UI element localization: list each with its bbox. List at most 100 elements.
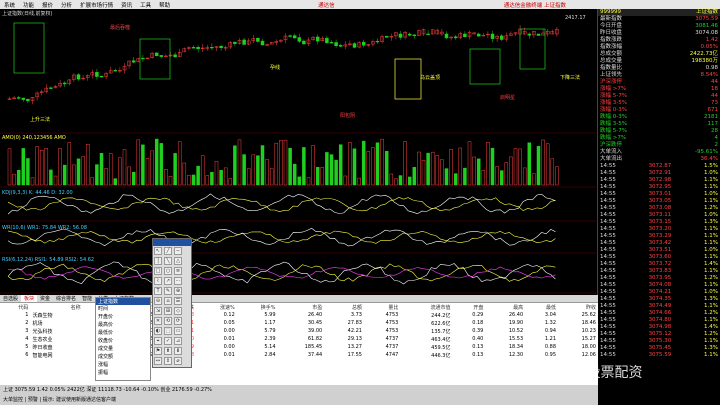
tick-list[interactable]: 14:55 3072.87 1.5% 14:55 3072.91 1.0% 14:55 307… [598, 163, 720, 359]
tick-row[interactable]: 14:55 3073.11 1.0% [598, 212, 720, 219]
tick-row[interactable]: 14:55 3073.15 1.3% [598, 219, 720, 226]
draw-tool-button[interactable]: ⋯ [174, 277, 182, 285]
grid-tab[interactable]: 自选股 [0, 295, 21, 302]
draw-tool-button[interactable]: ⬇ [174, 347, 182, 355]
tick-row[interactable]: 14:55 3072.87 1.5% [598, 163, 720, 170]
draw-tool-button[interactable]: ✕ [154, 317, 162, 325]
tick-row[interactable]: 14:55 3073.29 1.1% [598, 233, 720, 240]
grid-tab[interactable]: 综合排名 [53, 295, 79, 302]
draw-tool-button[interactable]: ⌇ [154, 277, 162, 285]
tick-row[interactable]: 14:55 3073.51 1.0% [598, 247, 720, 254]
draw-tool-button[interactable]: ◇ [174, 307, 182, 315]
grid-header[interactable]: 总额 [324, 303, 364, 311]
tick-row[interactable]: 14:55 3074.80 1.1% [598, 317, 720, 324]
draw-tool-button[interactable]: ⊿ [174, 337, 182, 345]
draw-tool-button[interactable]: ⊞ [164, 307, 172, 315]
tick-row[interactable]: 14:55 3074.21 1.0% [598, 289, 720, 296]
draw-tool-button[interactable]: ⚑ [154, 347, 162, 355]
draw-tool-button[interactable]: ⇲ [154, 307, 162, 315]
grid-header[interactable]: 流通市值 [400, 303, 452, 311]
draw-tool-button[interactable]: □ [154, 267, 162, 275]
menu-help[interactable]: 帮助 [155, 1, 174, 9]
grid-header[interactable]: 名称 [30, 303, 82, 311]
tick-row[interactable]: 14:55 3075.45 1.3% [598, 345, 720, 352]
menu-ext-market[interactable]: 扩展市场行情 [76, 1, 117, 9]
draw-tool-button[interactable]: ⊕ [174, 287, 182, 295]
draw-tool-button[interactable]: ⌂ [164, 297, 172, 305]
draw-tool-button[interactable]: ⬚ [164, 327, 172, 335]
draw-tool-button[interactable]: △ [174, 257, 182, 265]
tick-row[interactable]: 14:55 3073.95 1.2% [598, 275, 720, 282]
draw-tool-button[interactable]: ⟳ [174, 317, 182, 325]
grid-header[interactable]: 最高 [485, 303, 525, 311]
tick-row[interactable]: 14:55 3074.98 1.4% [598, 324, 720, 331]
grid-header[interactable]: 最低 [525, 303, 558, 311]
tick-row[interactable]: 14:55 3073.60 1.1% [598, 254, 720, 261]
grid-tab[interactable]: 板块 [21, 295, 38, 302]
draw-tool-button[interactable]: ⇕ [164, 357, 172, 365]
draw-tool-button[interactable]: ⊖ [154, 297, 162, 305]
draw-tool-button[interactable]: ↔ [154, 357, 162, 365]
draw-tool-button[interactable]: ╱ [164, 247, 172, 255]
tick-row[interactable]: 14:55 3073.42 1.1% [598, 240, 720, 247]
draw-tool-button[interactable]: ⟲ [164, 317, 172, 325]
tick-row[interactable]: 14:55 3073.20 1.1% [598, 226, 720, 233]
grid-header[interactable]: 开盘 [453, 303, 486, 311]
tick-row[interactable]: 14:55 3073.01 1.0% [598, 191, 720, 198]
tick-row[interactable]: 14:55 3074.08 1.1% [598, 282, 720, 289]
drawing-toolbar[interactable]: ↖ ╱ ─ │ ╲ △ □ ○ ≡ ⌇ ↗ ⋯ T ✎ ⊕ ⊖ ⌂ ☰ ⇲ ⊞ ◇ ✕ ⟲ ⟳ ◐ ⬚ ▭ ⌖ ✓ ⊿ ⚑ ⬆ ⬇ ↔ ⇕ ⌀ [152, 238, 192, 368]
grid-header[interactable]: 换手% [237, 303, 278, 311]
menu-analysis[interactable]: 分析 [57, 1, 76, 9]
draw-tool-button[interactable]: ≡ [174, 267, 182, 275]
table-row[interactable]: 4生态农业1.3115.470.200.012.3961.8229.134737… [0, 335, 598, 343]
tick-row[interactable]: 14:55 3073.08 1.2% [598, 205, 720, 212]
tick-row[interactable]: 14:55 3074.49 1.1% [598, 303, 720, 310]
tick-row[interactable]: 14:55 3073.83 1.1% [598, 268, 720, 275]
table-row[interactable]: 5昨日收盘1.6418.280.290.005.14185.4513.27473… [0, 343, 598, 351]
grid-header[interactable]: 量比 [364, 303, 400, 311]
draw-tool-button[interactable]: ◐ [154, 327, 162, 335]
tick-row[interactable]: 14:55 3074.66 1.2% [598, 310, 720, 317]
tick-row[interactable]: 14:55 3073.72 1.4% [598, 261, 720, 268]
grid-tab[interactable]: 资金 [37, 295, 53, 302]
draw-tool-button[interactable]: ↗ [164, 277, 172, 285]
draw-tool-button[interactable]: ↖ [154, 247, 162, 255]
kline-chart-area[interactable]: 上证指数(日线,前复权) 上升三法 最后吞噬 孕线 阳包阴 乌云盖顶 启明星 下降三法 AM… [0, 9, 598, 295]
table-row[interactable]: 2机场2.2418.870.410.051.1730.4527.83475362… [0, 319, 598, 327]
menu-news[interactable]: 资讯 [117, 1, 136, 9]
tick-row[interactable]: 14:55 3072.95 1.1% [598, 184, 720, 191]
draw-tool-button[interactable]: ✎ [164, 287, 172, 295]
grid-header[interactable]: 代码 [0, 303, 30, 311]
grid-tab[interactable]: 智能 [79, 295, 95, 302]
table-cell: 1 [25, 312, 29, 318]
table-row[interactable]: 3光弘科技2.0510.440.210.005.7939.0042.214753… [0, 327, 598, 335]
table-row[interactable]: 1沃森生物3.7825.430.930.125.9926.403.7347532… [0, 311, 598, 319]
draw-tool-button[interactable]: ✓ [164, 337, 172, 345]
draw-tool-button[interactable]: ─ [174, 247, 182, 255]
menu-system[interactable]: 系统 [0, 1, 19, 9]
tick-row[interactable]: 14:55 3075.12 1.2% [598, 331, 720, 338]
menu-tools[interactable]: 工具 [136, 1, 155, 9]
tick-row[interactable]: 14:55 3073.05 1.1% [598, 198, 720, 205]
table-row[interactable]: 6智能电网1.5112.240.180.012.8437.4417.554747… [0, 351, 598, 359]
tick-row[interactable]: 14:55 3074.35 1.3% [598, 296, 720, 303]
tick-row[interactable]: 14:55 3072.98 1.1% [598, 177, 720, 184]
draw-tool-button[interactable]: T [154, 287, 162, 295]
grid-header[interactable]: 涨速% [196, 303, 237, 311]
draw-tool-button[interactable]: ⌖ [154, 337, 162, 345]
tick-row[interactable]: 14:55 3075.30 1.1% [598, 338, 720, 345]
grid-header[interactable]: 市盈 [278, 303, 325, 311]
draw-tool-button[interactable]: │ [154, 257, 162, 265]
grid-header[interactable]: 昨收 [558, 303, 598, 311]
menu-function[interactable]: 功能 [19, 1, 38, 9]
draw-tool-button[interactable]: ○ [164, 267, 172, 275]
draw-tool-button[interactable]: ╲ [164, 257, 172, 265]
draw-tool-button[interactable]: ⌀ [174, 357, 182, 365]
quote-value: 3075.59 [695, 16, 718, 22]
tick-row[interactable]: 14:55 3072.91 1.0% [598, 170, 720, 177]
tick-row[interactable]: 14:55 3075.59 1.1% [598, 352, 720, 359]
draw-tool-button[interactable]: ☰ [174, 297, 182, 305]
draw-tool-button[interactable]: ▭ [174, 327, 182, 335]
draw-tool-button[interactable]: ⬆ [164, 347, 172, 355]
menu-quote[interactable]: 报价 [38, 1, 57, 9]
